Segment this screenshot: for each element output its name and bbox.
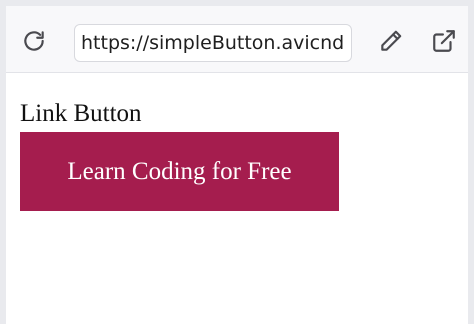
address-bar[interactable]: [74, 24, 352, 62]
pencil-icon[interactable]: [376, 26, 406, 56]
url-input[interactable]: [75, 25, 351, 61]
page-heading: Link Button: [20, 100, 142, 127]
page-content: Link Button Learn Coding for Free: [6, 73, 468, 324]
reload-icon[interactable]: [19, 26, 49, 56]
learn-coding-link-button[interactable]: Learn Coding for Free: [20, 132, 339, 211]
external-link-icon[interactable]: [429, 26, 459, 56]
browser-window: Link Button Learn Coding for Free: [0, 0, 474, 324]
browser-toolbar: [6, 6, 468, 73]
